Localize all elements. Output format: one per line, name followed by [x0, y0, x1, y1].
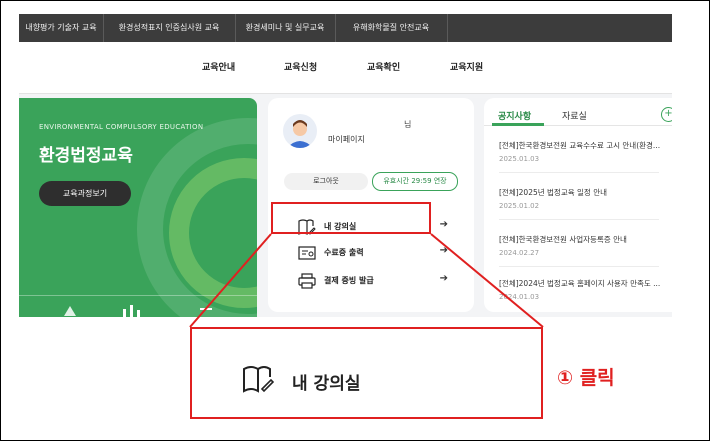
click-instruction: ① 클릭 [557, 367, 615, 389]
zoomed-callout-box: 내 강의실 [190, 327, 543, 419]
zoomed-menu-label: 내 강의실 [292, 374, 361, 394]
book-pen-icon [243, 366, 274, 393]
